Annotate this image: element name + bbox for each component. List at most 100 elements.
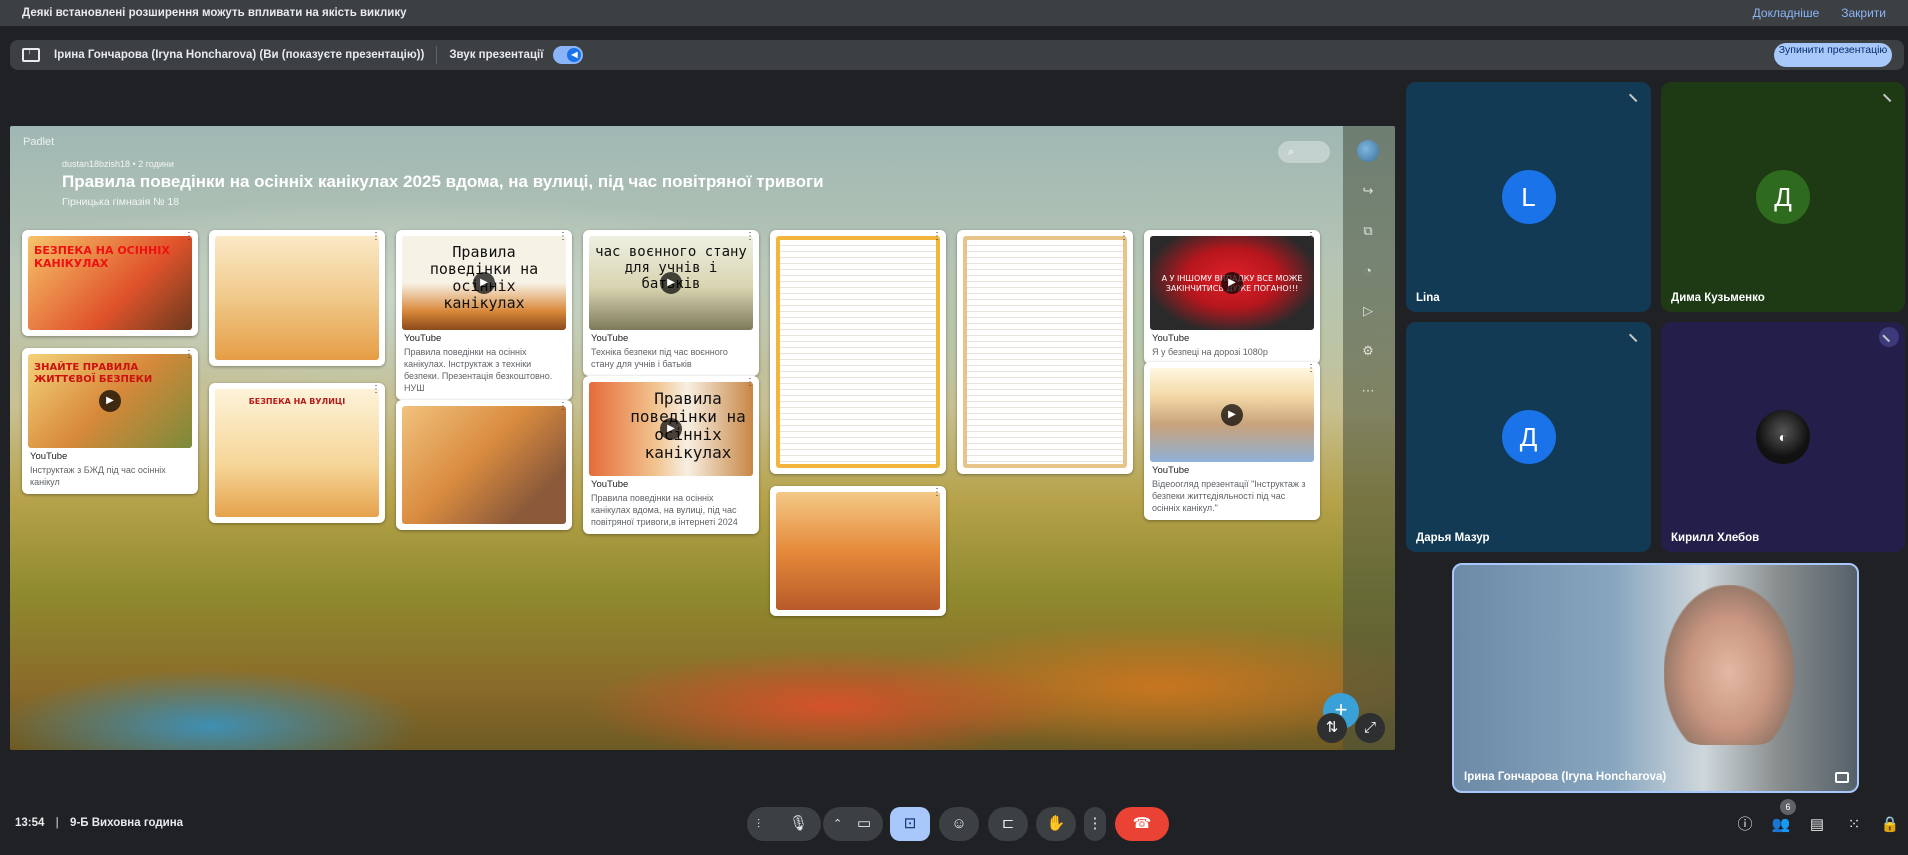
divider — [436, 46, 438, 64]
card-source: YouTube — [404, 333, 442, 344]
end-call-button[interactable]: ☎ — [1115, 807, 1169, 841]
play-icon[interactable]: ▶ — [473, 272, 495, 294]
card-thumbnail: БЕЗПЕКА НА ОСІННІХ КАНІКУЛАХ — [28, 236, 192, 330]
padlet-card[interactable]: Правила поведінки на осінніх канікулах ▶… — [396, 230, 572, 400]
captions-button[interactable]: ⊏ — [988, 807, 1028, 841]
participant-tile[interactable]: Д Дима Кузьменко — [1661, 82, 1905, 312]
card-source: YouTube — [1152, 465, 1190, 476]
avatar: L — [1501, 170, 1556, 224]
avatar: Д — [1501, 410, 1556, 464]
close-link[interactable]: Закрити — [1841, 6, 1886, 20]
details-link[interactable]: Докладніше — [1753, 6, 1820, 20]
pip-icon[interactable] — [1835, 772, 1849, 783]
card-more-icon[interactable]: ⋮ — [558, 402, 568, 412]
people-icon[interactable]: 👥 — [1770, 814, 1792, 836]
padlet-card[interactable]: ⋮ — [396, 400, 572, 530]
end-call-icon: ☎ — [1132, 815, 1152, 832]
more-options-button[interactable]: ⋮ — [1084, 807, 1106, 841]
participant-tile[interactable]: L Lina — [1406, 82, 1651, 312]
raise-hand-icon: ✋ — [1046, 815, 1066, 832]
padlet-card[interactable]: БЕЗПЕКА НА ОСІННІХ КАНІКУЛАХ ⋮ — [22, 230, 198, 336]
speaker-video — [1664, 585, 1794, 745]
padlet-card[interactable]: Правила поведінки на осінніх канікулах ▶… — [583, 376, 759, 534]
emoji-button[interactable]: ☺ — [939, 807, 979, 841]
participant-tile[interactable]: ◐ Кирилл Хлебов — [1661, 322, 1905, 552]
play-icon[interactable]: ▶ — [1221, 272, 1243, 294]
mic-control[interactable]: ⫶ 🎙 — [747, 807, 821, 841]
chevron-up-icon[interactable]: ⌃ — [833, 807, 842, 841]
card-thumbnail: час воєнного стану для учнів і батьків ▶ — [589, 236, 753, 330]
camera-icon[interactable]: ▭ — [857, 807, 871, 841]
card-more-icon[interactable]: ⋮ — [932, 232, 942, 242]
card-source: YouTube — [591, 333, 629, 344]
captions-icon: ⊏ — [1001, 815, 1015, 832]
padlet-card[interactable]: ⋮ — [770, 230, 946, 474]
card-thumbnail — [215, 236, 379, 360]
card-thumbnail — [776, 492, 940, 610]
padlet-card[interactable]: ⋮ — [770, 486, 946, 616]
settings-icon[interactable]: ⚙ — [1357, 340, 1379, 362]
audio-levels-icon: ⫶ — [757, 817, 761, 831]
play-icon[interactable]: ▶ — [660, 418, 682, 440]
card-more-icon[interactable]: ⋮ — [745, 232, 755, 242]
card-more-icon[interactable]: ⋮ — [1306, 232, 1316, 242]
card-caption: Я у безпеці на дорозі 1080р — [1152, 347, 1268, 357]
stop-presenting-button[interactable]: Зупинити презентацію — [1774, 43, 1892, 67]
card-thumbnail: ЗНАЙТЕ ПРАВИЛА ЖИТТЄВОЇ БЕЗПЕКИ ▶ — [28, 354, 192, 448]
card-more-icon[interactable]: ⋮ — [184, 232, 194, 242]
card-more-icon[interactable]: ⋮ — [371, 232, 381, 242]
mic-off-icon — [1628, 327, 1644, 343]
padlet-card[interactable]: ▶ YouTube Відеоогляд презентації "Інстру… — [1144, 362, 1320, 520]
camera-control[interactable]: ⌃ ▭ — [823, 807, 883, 841]
padlet-avatar[interactable] — [1357, 140, 1379, 162]
presentation-audio-toggle[interactable]: ◀ — [553, 46, 584, 64]
activities-icon[interactable]: ⁙ — [1843, 814, 1865, 836]
mic-off-icon — [1628, 87, 1644, 103]
card-source: YouTube — [1152, 333, 1190, 344]
play-icon[interactable]: ▶ — [660, 272, 682, 294]
padlet-card[interactable]: ЗНАЙТЕ ПРАВИЛА ЖИТТЄВОЇ БЕЗПЕКИ ▶ YouTub… — [22, 348, 198, 494]
expand-icon[interactable]: ⤢ — [1355, 713, 1385, 743]
host-controls-icon[interactable]: 🔒 — [1879, 814, 1901, 836]
play-icon[interactable]: ▶ — [99, 390, 121, 412]
padlet-card[interactable]: час воєнного стану для учнів і батьків ▶… — [583, 230, 759, 376]
padlet-card[interactable]: БЕЗПЕКА НА ВУЛИЦІ ⋮ — [209, 383, 385, 523]
card-more-icon[interactable]: ⋮ — [371, 385, 381, 395]
padlet-card[interactable]: А У ІНШОМУ ВИПАДКУ ВСЕ МОЖЕ ЗАКІНЧИТИСЬ … — [1144, 230, 1320, 364]
self-video-tile[interactable]: Ірина Гончарова (Iryna Honcharova) — [1452, 563, 1859, 793]
chat-icon[interactable]: ▤ — [1806, 814, 1828, 836]
card-more-icon[interactable]: ⋮ — [932, 488, 942, 498]
avatar: Д — [1756, 170, 1810, 224]
more-icon[interactable]: ⋯ — [1357, 380, 1379, 402]
card-more-icon[interactable]: ⋮ — [1306, 364, 1316, 374]
padlet-search-icon[interactable]: ⌕ — [1278, 141, 1330, 163]
info-icon[interactable]: ⓘ — [1734, 814, 1756, 836]
padlet-card[interactable]: ⋮ — [209, 230, 385, 366]
present-icon: ⊡ — [903, 815, 917, 832]
padlet-card[interactable]: ⋮ — [957, 230, 1133, 474]
padlet-sidebar: ↪ ⧉ ◔ ▷ ⚙ ⋯ — [1343, 126, 1395, 750]
card-more-icon[interactable]: ⋮ — [184, 350, 194, 360]
bell-icon[interactable]: ◔ — [1357, 260, 1379, 282]
remake-icon[interactable]: ⧉ — [1357, 220, 1379, 242]
present-button[interactable]: ⊡ — [890, 807, 930, 841]
mic-icon[interactable]: 🎙 — [789, 807, 808, 841]
card-thumbnail: БЕЗПЕКА НА ВУЛИЦІ — [215, 389, 379, 517]
extensions-warning-bar: Деякі встановлені розширення можуть впли… — [0, 0, 1908, 26]
raise-hand-button[interactable]: ✋ — [1036, 807, 1076, 841]
play-icon[interactable]: ▶ — [1221, 404, 1243, 426]
card-more-icon[interactable]: ⋮ — [558, 232, 568, 242]
slideshow-icon[interactable]: ▷ — [1357, 300, 1379, 322]
participant-tile[interactable]: Д Дарья Мазур — [1406, 322, 1651, 552]
card-more-icon[interactable]: ⋮ — [745, 378, 755, 388]
presentation-audio-label: Звук презентації — [449, 49, 544, 61]
sort-icon[interactable]: ⇅ — [1317, 713, 1347, 743]
meeting-controls-bar: 13:54 | 9-Б Виховна година ⫶ 🎙 ⌃ ▭ ⊡ ☺ ⊏… — [0, 800, 1908, 846]
shared-screen-padlet: Padlet dustan18bzish18 • 2 години Правил… — [10, 126, 1395, 750]
share-icon[interactable]: ↪ — [1357, 180, 1379, 202]
card-caption: Техніка безпеки під час воєнного стану д… — [591, 347, 728, 369]
mic-off-icon — [1882, 87, 1898, 103]
card-thumbnail: ▶ — [1150, 368, 1314, 462]
card-more-icon[interactable]: ⋮ — [1119, 232, 1129, 242]
card-source: YouTube — [591, 479, 629, 490]
